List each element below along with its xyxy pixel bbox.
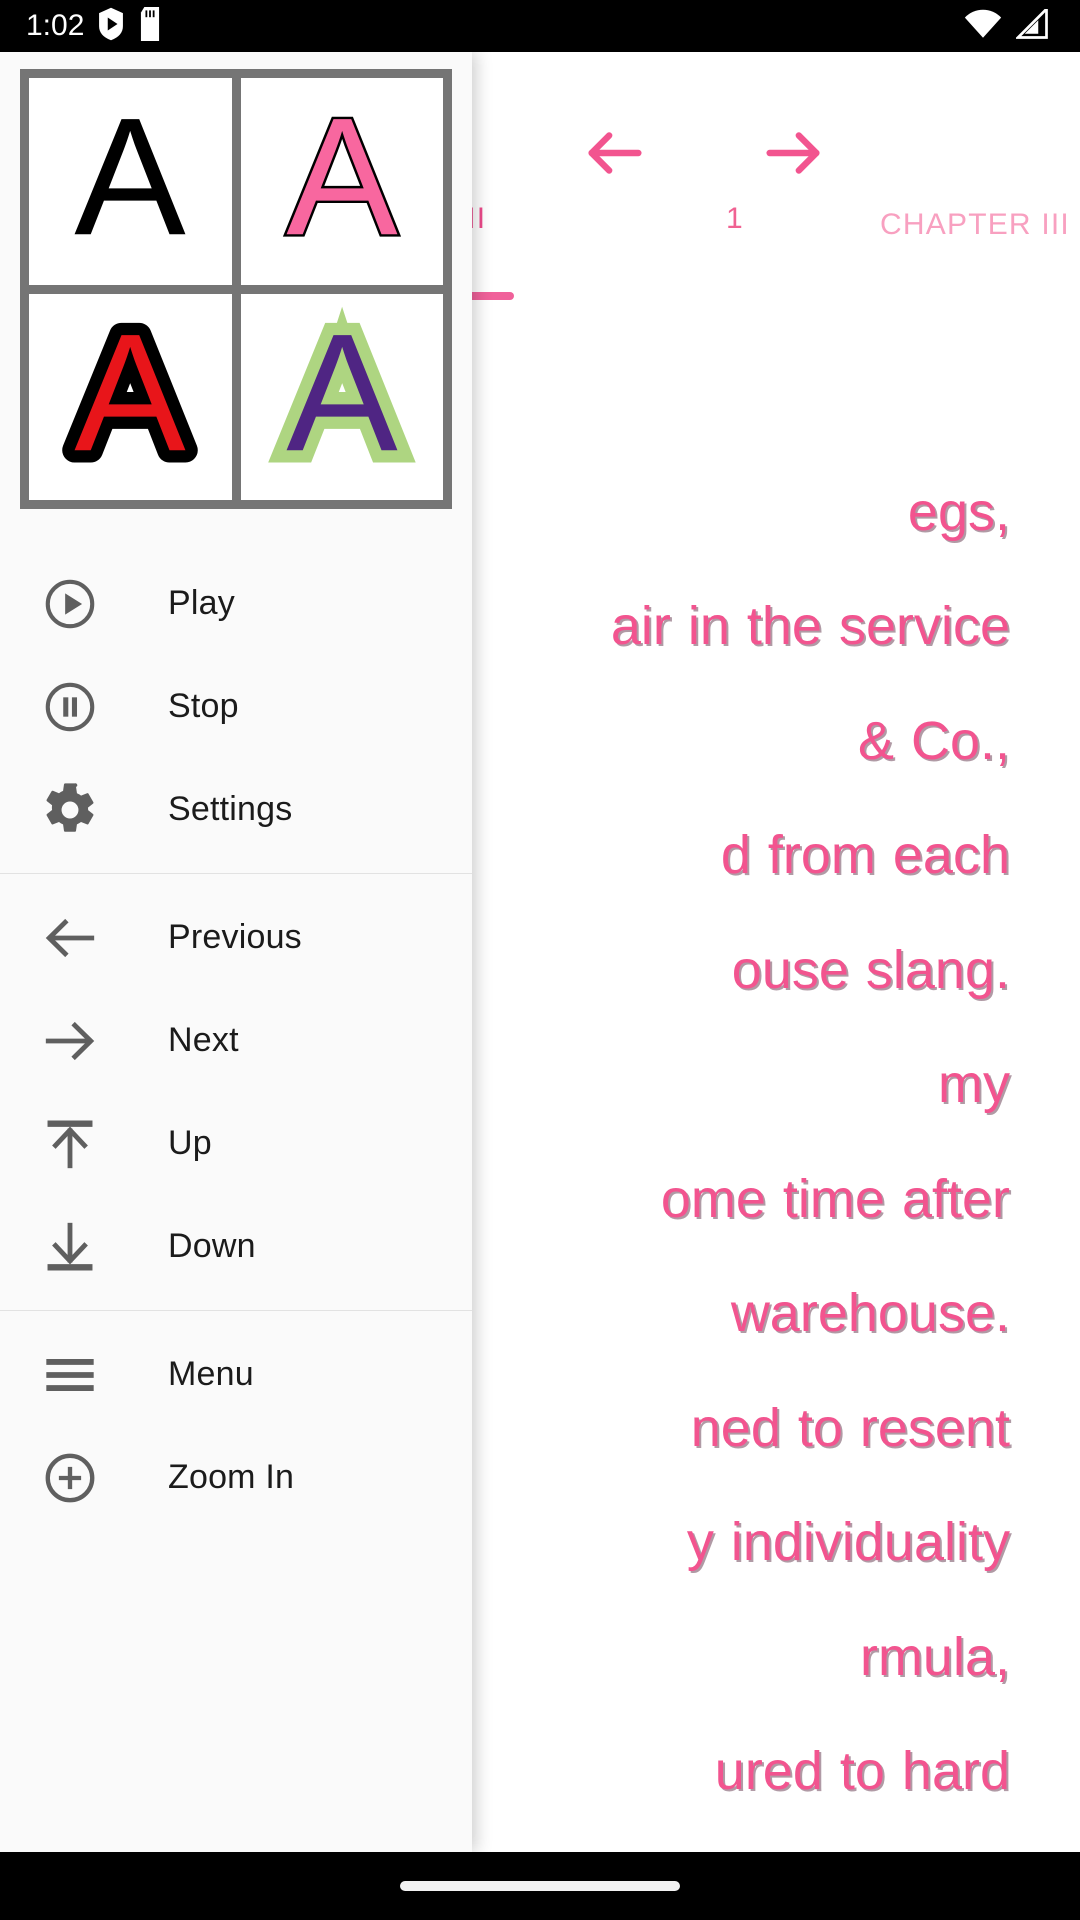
menu-item-label: Next [168, 1021, 239, 1059]
status-bar-clock: 1:02 [26, 9, 85, 42]
menu-item-down[interactable]: Down [0, 1195, 472, 1298]
letter-a-glyph: A [35, 86, 225, 276]
svg-text:A: A [74, 86, 186, 270]
arrow-left-icon [580, 118, 650, 193]
wifi-icon [964, 9, 1002, 44]
letter-style-cell-plain-black[interactable]: A [29, 78, 232, 285]
sd-card-icon [138, 6, 162, 46]
letter-style-cell-purple-green-outline[interactable]: A [240, 293, 443, 500]
menu-item-menu[interactable]: Menu [0, 1323, 472, 1426]
letter-style-cell-pink-outline[interactable]: A [240, 78, 443, 285]
menu-item-label: Down [168, 1227, 256, 1265]
svg-text:A: A [286, 302, 398, 486]
gear-icon [36, 776, 104, 844]
arrow-right-icon [758, 118, 828, 193]
arrow-left-icon [36, 904, 104, 972]
drawer-divider [0, 1310, 472, 1311]
play-protect-icon [98, 7, 124, 46]
gesture-navigation-bar [0, 1852, 1080, 1920]
menu-item-zoom-in[interactable]: Zoom In [0, 1426, 472, 1529]
letter-a-glyph: A [247, 302, 437, 492]
status-bar-right [964, 5, 1080, 44]
menu-item-stop[interactable]: Stop [0, 655, 472, 758]
cell-signal-icon [1014, 5, 1050, 44]
menu-item-label: Menu [168, 1355, 254, 1393]
arrow-down-to-line-icon [36, 1213, 104, 1281]
arrow-up-to-line-icon [36, 1110, 104, 1178]
letter-a-glyph: A [247, 86, 437, 276]
letter-style-cell-red-thick-outline[interactable]: A [29, 293, 232, 500]
status-bar: 1:02 [0, 0, 1080, 52]
drawer-divider [0, 873, 472, 874]
letter-style-grid: A A A A [20, 69, 452, 509]
svg-text:A: A [74, 302, 186, 486]
tab-label-line2: CHAPTER III [880, 208, 1070, 241]
menu-item-label: Settings [168, 790, 293, 828]
arrow-right-icon [36, 1007, 104, 1075]
menu-item-label: Up [168, 1124, 212, 1162]
tab-chapter-iii[interactable]: CHAPTER III [810, 202, 1080, 242]
hamburger-menu-icon [36, 1341, 104, 1409]
home-gesture-pill[interactable] [400, 1881, 680, 1891]
menu-item-label: Previous [168, 918, 302, 956]
reader-prev-button[interactable] [570, 110, 660, 200]
screen-root: ER II R II 1 CHAPTER III egs, air in the… [0, 0, 1080, 1920]
pause-circle-outline-icon [36, 673, 104, 741]
plus-circle-outline-icon [36, 1444, 104, 1512]
drawer-menu-list: Play Stop Settings Previous Next Up Down… [0, 552, 472, 1529]
letter-a-glyph: A [35, 302, 225, 492]
play-circle-outline-icon [36, 570, 104, 638]
svg-text:A: A [286, 86, 398, 270]
menu-item-play[interactable]: Play [0, 552, 472, 655]
menu-item-label: Zoom In [168, 1458, 295, 1496]
menu-item-label: Stop [168, 687, 239, 725]
menu-item-previous[interactable]: Previous [0, 886, 472, 989]
menu-item-next[interactable]: Next [0, 989, 472, 1092]
status-bar-left: 1:02 [0, 6, 162, 46]
navigation-drawer: A A A A Play Stop Settings Previous Next… [0, 52, 472, 1852]
reader-next-button[interactable] [748, 110, 838, 200]
menu-item-up[interactable]: Up [0, 1092, 472, 1195]
menu-item-label: Play [168, 584, 235, 622]
menu-item-settings[interactable]: Settings [0, 758, 472, 861]
